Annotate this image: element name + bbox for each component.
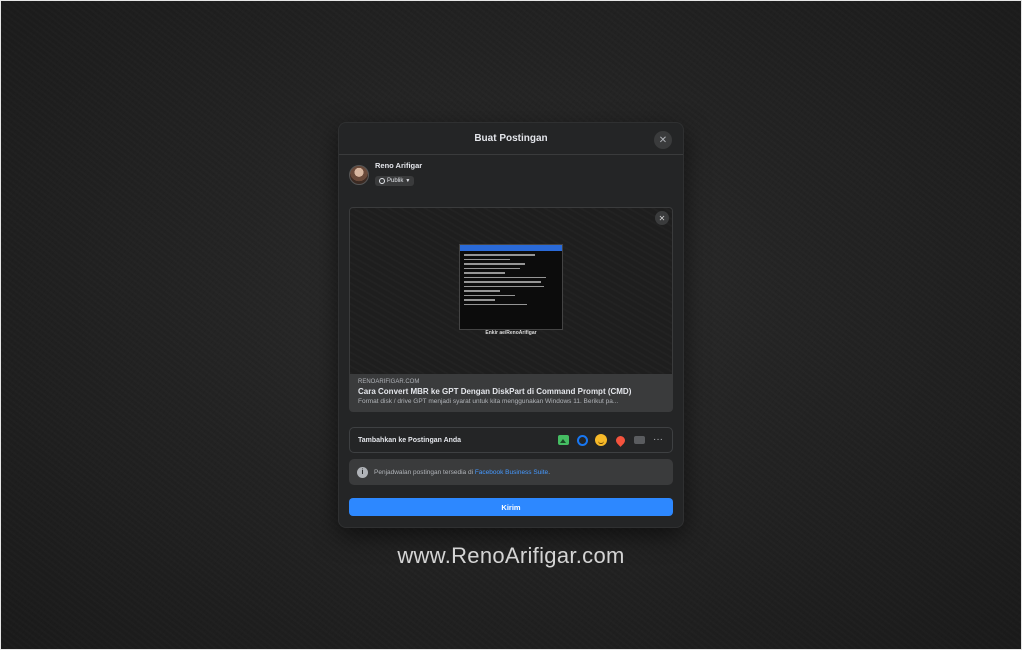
privacy-label: Publik — [387, 178, 404, 184]
link-domain: RENOARIFIGAR.COM — [358, 379, 420, 385]
feeling-button[interactable] — [595, 434, 607, 446]
close-dialog-button[interactable]: ✕ — [654, 131, 672, 149]
privacy-selector-button[interactable]: Publik ▼ — [375, 176, 415, 186]
check-in-button[interactable] — [613, 433, 627, 447]
link-preview-image: ✕ Enkir ae/RenoArifigar — [350, 208, 672, 374]
watermark: www.RenoArifigar.com — [397, 543, 625, 568]
schedule-notice: i Penjadwalan postingan tersedia di Face… — [349, 459, 673, 485]
link-title: Cara Convert MBR ke GPT Dengan DiskPart … — [358, 387, 632, 396]
add-to-post-bar: Tambahkan ke Postingan Anda ··· — [349, 427, 673, 453]
more-options-button[interactable]: ··· — [652, 434, 664, 446]
command-prompt-screenshot — [459, 244, 563, 330]
photo-video-button[interactable] — [557, 434, 569, 446]
photo-video-icon — [557, 435, 569, 445]
tag-people-icon — [576, 434, 588, 446]
submit-post-button[interactable]: Kirim — [349, 498, 673, 516]
caret-down-icon: ▼ — [405, 178, 411, 184]
author-info: Reno Arifigar Publik ▼ — [375, 161, 422, 189]
link-preview-card[interactable]: ✕ Enkir ae/RenoArifigar RENOARIFIGAR.COM — [349, 207, 673, 412]
image-caption: Enkir ae/RenoArifigar — [485, 330, 537, 336]
close-icon: ✕ — [658, 213, 666, 223]
check-in-icon — [613, 433, 627, 447]
add-to-post-label: Tambahkan ke Postingan Anda — [358, 436, 462, 444]
feeling-icon — [595, 434, 607, 446]
close-icon: ✕ — [658, 134, 668, 146]
avatar — [349, 165, 369, 185]
cmd-titlebar — [460, 245, 562, 251]
more-icon: ··· — [653, 434, 663, 445]
business-suite-link[interactable]: Facebook Business Suite — [475, 469, 548, 476]
link-description: Format disk / drive GPT menjadi syarat u… — [358, 398, 619, 405]
dialog-header: Buat Postingan ✕ — [339, 123, 683, 155]
author-name: Reno Arifigar — [375, 161, 423, 170]
post-author: Reno Arifigar Publik ▼ — [349, 161, 422, 189]
link-meta: RENOARIFIGAR.COM Cara Convert MBR ke GPT… — [350, 374, 672, 410]
schedule-notice-text: Penjadwalan postingan tersedia di Facebo… — [374, 468, 550, 476]
globe-icon — [379, 178, 385, 184]
tag-people-button[interactable] — [576, 434, 588, 446]
live-video-button[interactable] — [633, 434, 645, 446]
post-tools: ··· — [557, 433, 664, 447]
live-video-icon — [633, 436, 645, 444]
remove-preview-button[interactable]: ✕ — [655, 211, 669, 225]
info-icon: i — [357, 466, 368, 478]
create-post-dialog: Buat Postingan ✕ Reno Arifigar Publik ▼ … — [338, 122, 684, 528]
dialog-title: Buat Postingan — [474, 133, 548, 144]
